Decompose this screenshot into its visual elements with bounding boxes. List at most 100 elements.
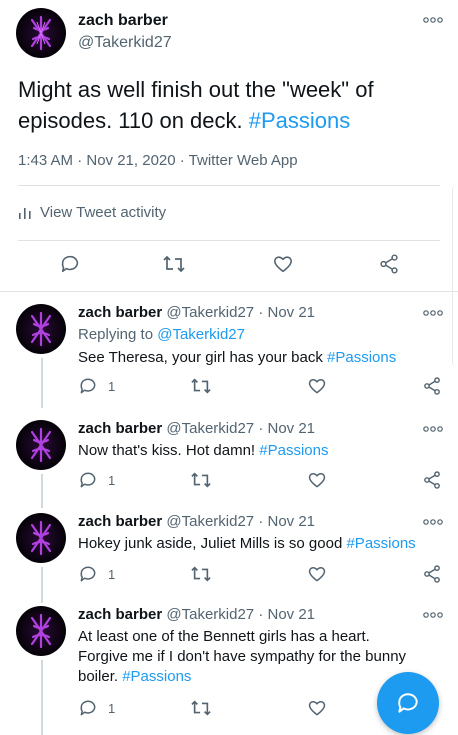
reply-icon (80, 566, 96, 582)
view-tweet-activity-link[interactable]: View Tweet activity (18, 204, 166, 221)
reply-text-body: See Theresa, your girl has your back (78, 349, 328, 366)
reply-action-bar: 1 (0, 376, 458, 400)
reply-text: At least one of the Bennett girls has a … (78, 627, 423, 687)
reply-tweet[interactable]: zach barber @Takerkid27 · Nov 21 Replyin… (0, 300, 458, 408)
share-button[interactable] (422, 470, 442, 490)
avatar-logo-icon (30, 613, 52, 649)
reply-icon (80, 472, 96, 488)
retweet-button[interactable] (190, 698, 212, 718)
reply-count: 1 (108, 700, 116, 716)
more-icon[interactable] (420, 515, 446, 529)
share-icon (424, 377, 440, 395)
reply-icon (80, 700, 96, 716)
retweet-button[interactable] (190, 470, 212, 490)
reply-text: Now that's kiss. Hot damn! #Passions (78, 441, 438, 461)
share-icon (380, 254, 398, 274)
hashtag-link[interactable]: #Passions (122, 668, 191, 685)
reply-count: 1 (108, 378, 116, 394)
reply-icon (61, 255, 79, 273)
retweet-icon (191, 472, 211, 488)
avatar-logo-icon (30, 311, 52, 347)
reply-button[interactable]: 1 (78, 376, 115, 396)
author-handle[interactable]: @Takerkid27 (166, 513, 254, 530)
divider (0, 291, 458, 292)
author-name[interactable]: zach barber (78, 12, 168, 30)
retweet-button[interactable] (162, 253, 186, 275)
reply-button[interactable]: 1 (78, 564, 115, 584)
hashtag-link[interactable]: #Passions (327, 349, 396, 366)
scrollbar[interactable] (452, 186, 458, 366)
replying-to: Replying to @Takerkid27 (78, 326, 245, 343)
retweet-icon (191, 700, 211, 716)
divider (18, 185, 440, 186)
author-name[interactable]: zach barber (78, 420, 162, 437)
share-icon (424, 565, 440, 583)
avatar[interactable] (16, 420, 66, 470)
retweet-button[interactable] (190, 376, 212, 396)
reply-text-body: Now that's kiss. Hot damn! (78, 442, 260, 459)
like-icon (308, 567, 326, 582)
replying-prefix: Replying to (78, 326, 158, 343)
hashtag-link[interactable]: #Passions (346, 535, 415, 552)
more-icon[interactable] (420, 13, 446, 27)
share-button[interactable] (422, 564, 442, 584)
reply-tweet[interactable]: zach barber @Takerkid27 · Nov 21 Now tha… (0, 418, 458, 508)
reply-date[interactable]: · Nov 21 (258, 606, 315, 623)
author-handle[interactable]: @Takerkid27 (166, 304, 254, 321)
avatar-logo-icon (30, 15, 52, 51)
author-name[interactable]: zach barber (78, 513, 162, 530)
avatar[interactable] (16, 8, 66, 58)
hashtag-link[interactable]: #Passions (259, 442, 328, 459)
reply-date[interactable]: · Nov 21 (258, 420, 315, 437)
replying-to-handle[interactable]: @Takerkid27 (157, 326, 245, 343)
tweet-text: Might as well finish out the "week" of e… (18, 74, 438, 136)
retweet-icon (191, 566, 211, 582)
share-button[interactable] (422, 376, 442, 396)
author-handle[interactable]: @Takerkid27 (166, 420, 254, 437)
reply-button[interactable]: 1 (78, 698, 115, 718)
more-icon[interactable] (420, 608, 446, 622)
compose-reply-button[interactable] (377, 672, 439, 734)
like-button[interactable] (307, 470, 327, 490)
author-name[interactable]: zach barber (78, 304, 162, 321)
activity-label: View Tweet activity (40, 204, 167, 221)
retweet-icon (191, 378, 211, 394)
reply-date[interactable]: · Nov 21 (258, 513, 315, 530)
more-icon[interactable] (420, 306, 446, 320)
more-icon[interactable] (420, 422, 446, 436)
retweet-button[interactable] (190, 564, 212, 584)
reply-text: See Theresa, your girl has your back #Pa… (78, 348, 438, 368)
reply-header: zach barber @Takerkid27 · Nov 21 (78, 420, 315, 437)
share-icon (424, 471, 440, 489)
reply-button[interactable] (59, 253, 81, 275)
avatar-logo-icon (30, 520, 52, 556)
reply-header: zach barber @Takerkid27 · Nov 21 (78, 304, 315, 321)
main-action-bar (0, 253, 458, 277)
reply-action-bar: 1 (0, 470, 458, 494)
like-button[interactable] (307, 698, 327, 718)
author-handle[interactable]: @Takerkid27 (78, 34, 172, 52)
divider (18, 240, 440, 241)
hashtag-link[interactable]: #Passions (249, 108, 351, 133)
main-tweet: zach barber @Takerkid27 Might as well fi… (0, 0, 458, 292)
author-handle[interactable]: @Takerkid27 (166, 606, 254, 623)
like-button[interactable] (307, 564, 327, 584)
reply-text-body: Hokey junk aside, Juliet Mills is so goo… (78, 535, 347, 552)
retweet-icon (163, 255, 185, 273)
avatar[interactable] (16, 606, 66, 656)
like-button[interactable] (307, 376, 327, 396)
like-icon (308, 701, 326, 716)
reply-count: 1 (108, 472, 116, 488)
avatar[interactable] (16, 513, 66, 563)
reply-header: zach barber @Takerkid27 · Nov 21 (78, 513, 315, 530)
share-button[interactable] (378, 253, 400, 275)
avatar[interactable] (16, 304, 66, 354)
reply-button[interactable]: 1 (78, 470, 115, 490)
avatar-logo-icon (30, 427, 52, 463)
like-button[interactable] (272, 253, 294, 275)
like-icon (308, 473, 326, 488)
reply-tweet[interactable]: zach barber @Takerkid27 · Nov 21 Hokey j… (0, 511, 458, 603)
reply-date[interactable]: · Nov 21 (258, 304, 315, 321)
tweet-timestamp[interactable]: 1:43 AM · Nov 21, 2020 · Twitter Web App (18, 152, 298, 169)
author-name[interactable]: zach barber (78, 606, 162, 623)
